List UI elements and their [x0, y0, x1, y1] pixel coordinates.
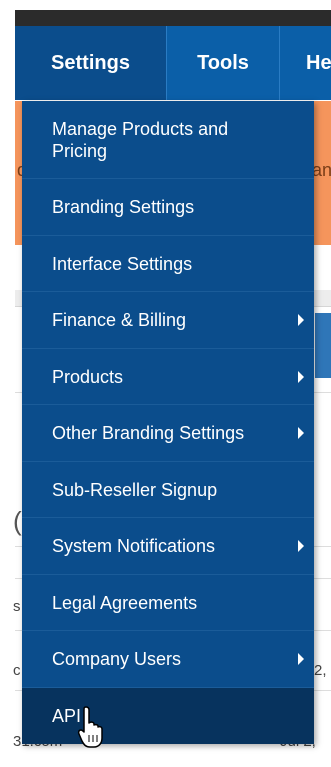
background-date-fragment: 2,: [314, 662, 327, 679]
background-text-fragment: (: [13, 506, 22, 536]
menu-item-interface-settings[interactable]: Interface Settings: [22, 236, 314, 292]
hand-pointer-icon: [77, 706, 103, 748]
menu-item-label: Sub-Reseller Signup: [52, 479, 218, 500]
menu-item-label: Interface Settings: [52, 253, 193, 274]
menu-item-label: Legal Agreements: [52, 592, 198, 613]
tab-tools[interactable]: Tools: [166, 26, 279, 100]
background-text-fragment: s: [13, 598, 21, 615]
chevron-right-icon: [298, 427, 304, 439]
main-nav: Settings Tools He: [15, 26, 331, 100]
chevron-right-icon: [298, 314, 304, 326]
top-header-strip: [15, 10, 331, 26]
tab-settings[interactable]: Settings: [15, 26, 166, 100]
menu-item-label: Company Users: [52, 649, 182, 669]
menu-item-label: Other Branding Settings: [52, 423, 245, 443]
background-text-fragment: c: [13, 662, 21, 679]
menu-item-label: Products: [52, 366, 124, 387]
menu-item-label: System Notifications: [52, 536, 216, 556]
menu-item-sub-reseller-signup[interactable]: Sub-Reseller Signup: [22, 462, 314, 518]
menu-item-other-branding-settings[interactable]: Other Branding Settings: [22, 405, 314, 462]
tab-help-truncated[interactable]: He: [279, 26, 331, 100]
menu-item-branding-settings[interactable]: Branding Settings: [22, 179, 314, 236]
menu-item-label: Manage Products and Pricing: [52, 118, 229, 161]
menu-item-system-notifications[interactable]: System Notifications: [22, 518, 314, 575]
menu-item-products[interactable]: Products: [22, 349, 314, 405]
menu-item-api[interactable]: API: [22, 688, 314, 744]
menu-item-label: Branding Settings: [52, 197, 195, 217]
settings-dropdown-menu: Manage Products and Pricing Branding Set…: [22, 101, 314, 744]
chevron-right-icon: [298, 370, 304, 383]
chevron-right-icon: [298, 540, 304, 552]
blue-panel-edge: [315, 313, 331, 378]
banner-text-right: an: [312, 160, 331, 180]
menu-item-legal-agreements[interactable]: Legal Agreements: [22, 575, 314, 631]
menu-item-finance-billing[interactable]: Finance & Billing: [22, 292, 314, 349]
menu-item-company-users[interactable]: Company Users: [22, 631, 314, 688]
menu-item-label: Finance & Billing: [52, 310, 187, 330]
chevron-right-icon: [298, 653, 304, 665]
menu-item-manage-products-pricing[interactable]: Manage Products and Pricing: [22, 101, 314, 179]
